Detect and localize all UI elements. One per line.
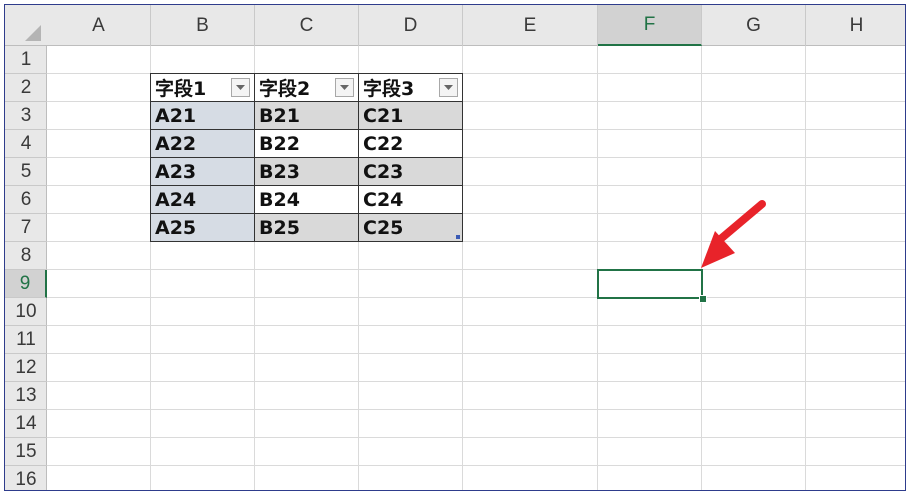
fill-handle[interactable] <box>699 295 707 303</box>
table-cell[interactable]: B23 <box>255 158 359 186</box>
column-header-e[interactable]: E <box>463 5 598 46</box>
table-cell[interactable]: A24 <box>151 186 255 214</box>
chevron-down-icon <box>236 84 245 90</box>
gridline <box>47 409 905 410</box>
column-header-f[interactable]: F <box>598 5 702 46</box>
table-cell[interactable]: B25 <box>255 214 359 242</box>
row-header-5[interactable]: 5 <box>5 158 47 186</box>
row-header-6[interactable]: 6 <box>5 186 47 214</box>
chevron-down-icon <box>444 84 453 90</box>
table-cell[interactable]: C22 <box>359 130 463 158</box>
header-label: 字段2 <box>259 78 311 100</box>
row-header-1[interactable]: 1 <box>5 46 47 74</box>
table-cell[interactable]: B24 <box>255 186 359 214</box>
row-header-9[interactable]: 9 <box>5 270 47 298</box>
column-header-d[interactable]: D <box>359 5 463 46</box>
spreadsheet-window: A B C D E F G H 1 2 3 4 5 6 7 8 9 10 11 … <box>4 4 906 491</box>
row-header-8[interactable]: 8 <box>5 242 47 270</box>
gridline <box>47 353 905 354</box>
row-header-10[interactable]: 10 <box>5 298 47 326</box>
table-resize-handle[interactable] <box>456 235 460 239</box>
gridline <box>47 325 905 326</box>
table-header-cell[interactable]: 字段3 <box>359 74 463 102</box>
filter-dropdown-button[interactable] <box>231 78 250 97</box>
table-cell[interactable]: C21 <box>359 102 463 130</box>
select-all-corner[interactable] <box>5 5 47 46</box>
filter-dropdown-button[interactable] <box>335 78 354 97</box>
table-cell[interactable]: C24 <box>359 186 463 214</box>
table-cell[interactable]: A23 <box>151 158 255 186</box>
table-cell[interactable]: B21 <box>255 102 359 130</box>
row-header-16[interactable]: 16 <box>5 466 47 490</box>
column-header-b[interactable]: B <box>151 5 255 46</box>
gridline <box>47 269 905 270</box>
gridline <box>47 465 905 466</box>
gridline <box>47 381 905 382</box>
table-cell[interactable]: C23 <box>359 158 463 186</box>
column-header-c[interactable]: C <box>255 5 359 46</box>
header-label: 字段1 <box>155 78 207 100</box>
red-arrow-icon <box>701 200 766 268</box>
table-cell[interactable]: A21 <box>151 102 255 130</box>
table-cell[interactable]: B22 <box>255 130 359 158</box>
row-header-13[interactable]: 13 <box>5 382 47 410</box>
column-header-h[interactable]: H <box>806 5 905 46</box>
column-header-a[interactable]: A <box>47 5 151 46</box>
chevron-down-icon <box>340 84 349 90</box>
gridline <box>47 437 905 438</box>
table-header-cell[interactable]: 字段1 <box>151 74 255 102</box>
header-label: 字段3 <box>363 78 415 100</box>
row-header-3[interactable]: 3 <box>5 102 47 130</box>
table-cell[interactable]: A25 <box>151 214 255 242</box>
column-header-g[interactable]: G <box>702 5 806 46</box>
table-cell[interactable]: C25 <box>359 214 463 242</box>
row-header-15[interactable]: 15 <box>5 438 47 466</box>
row-header-14[interactable]: 14 <box>5 410 47 438</box>
select-all-triangle-icon <box>25 25 41 41</box>
gridline <box>47 297 905 298</box>
row-header-7[interactable]: 7 <box>5 214 47 242</box>
row-header-2[interactable]: 2 <box>5 74 47 102</box>
row-header-4[interactable]: 4 <box>5 130 47 158</box>
table-header-cell[interactable]: 字段2 <box>255 74 359 102</box>
filter-dropdown-button[interactable] <box>439 78 458 97</box>
table-cell[interactable]: A22 <box>151 130 255 158</box>
row-header-11[interactable]: 11 <box>5 326 47 354</box>
row-header-12[interactable]: 12 <box>5 354 47 382</box>
